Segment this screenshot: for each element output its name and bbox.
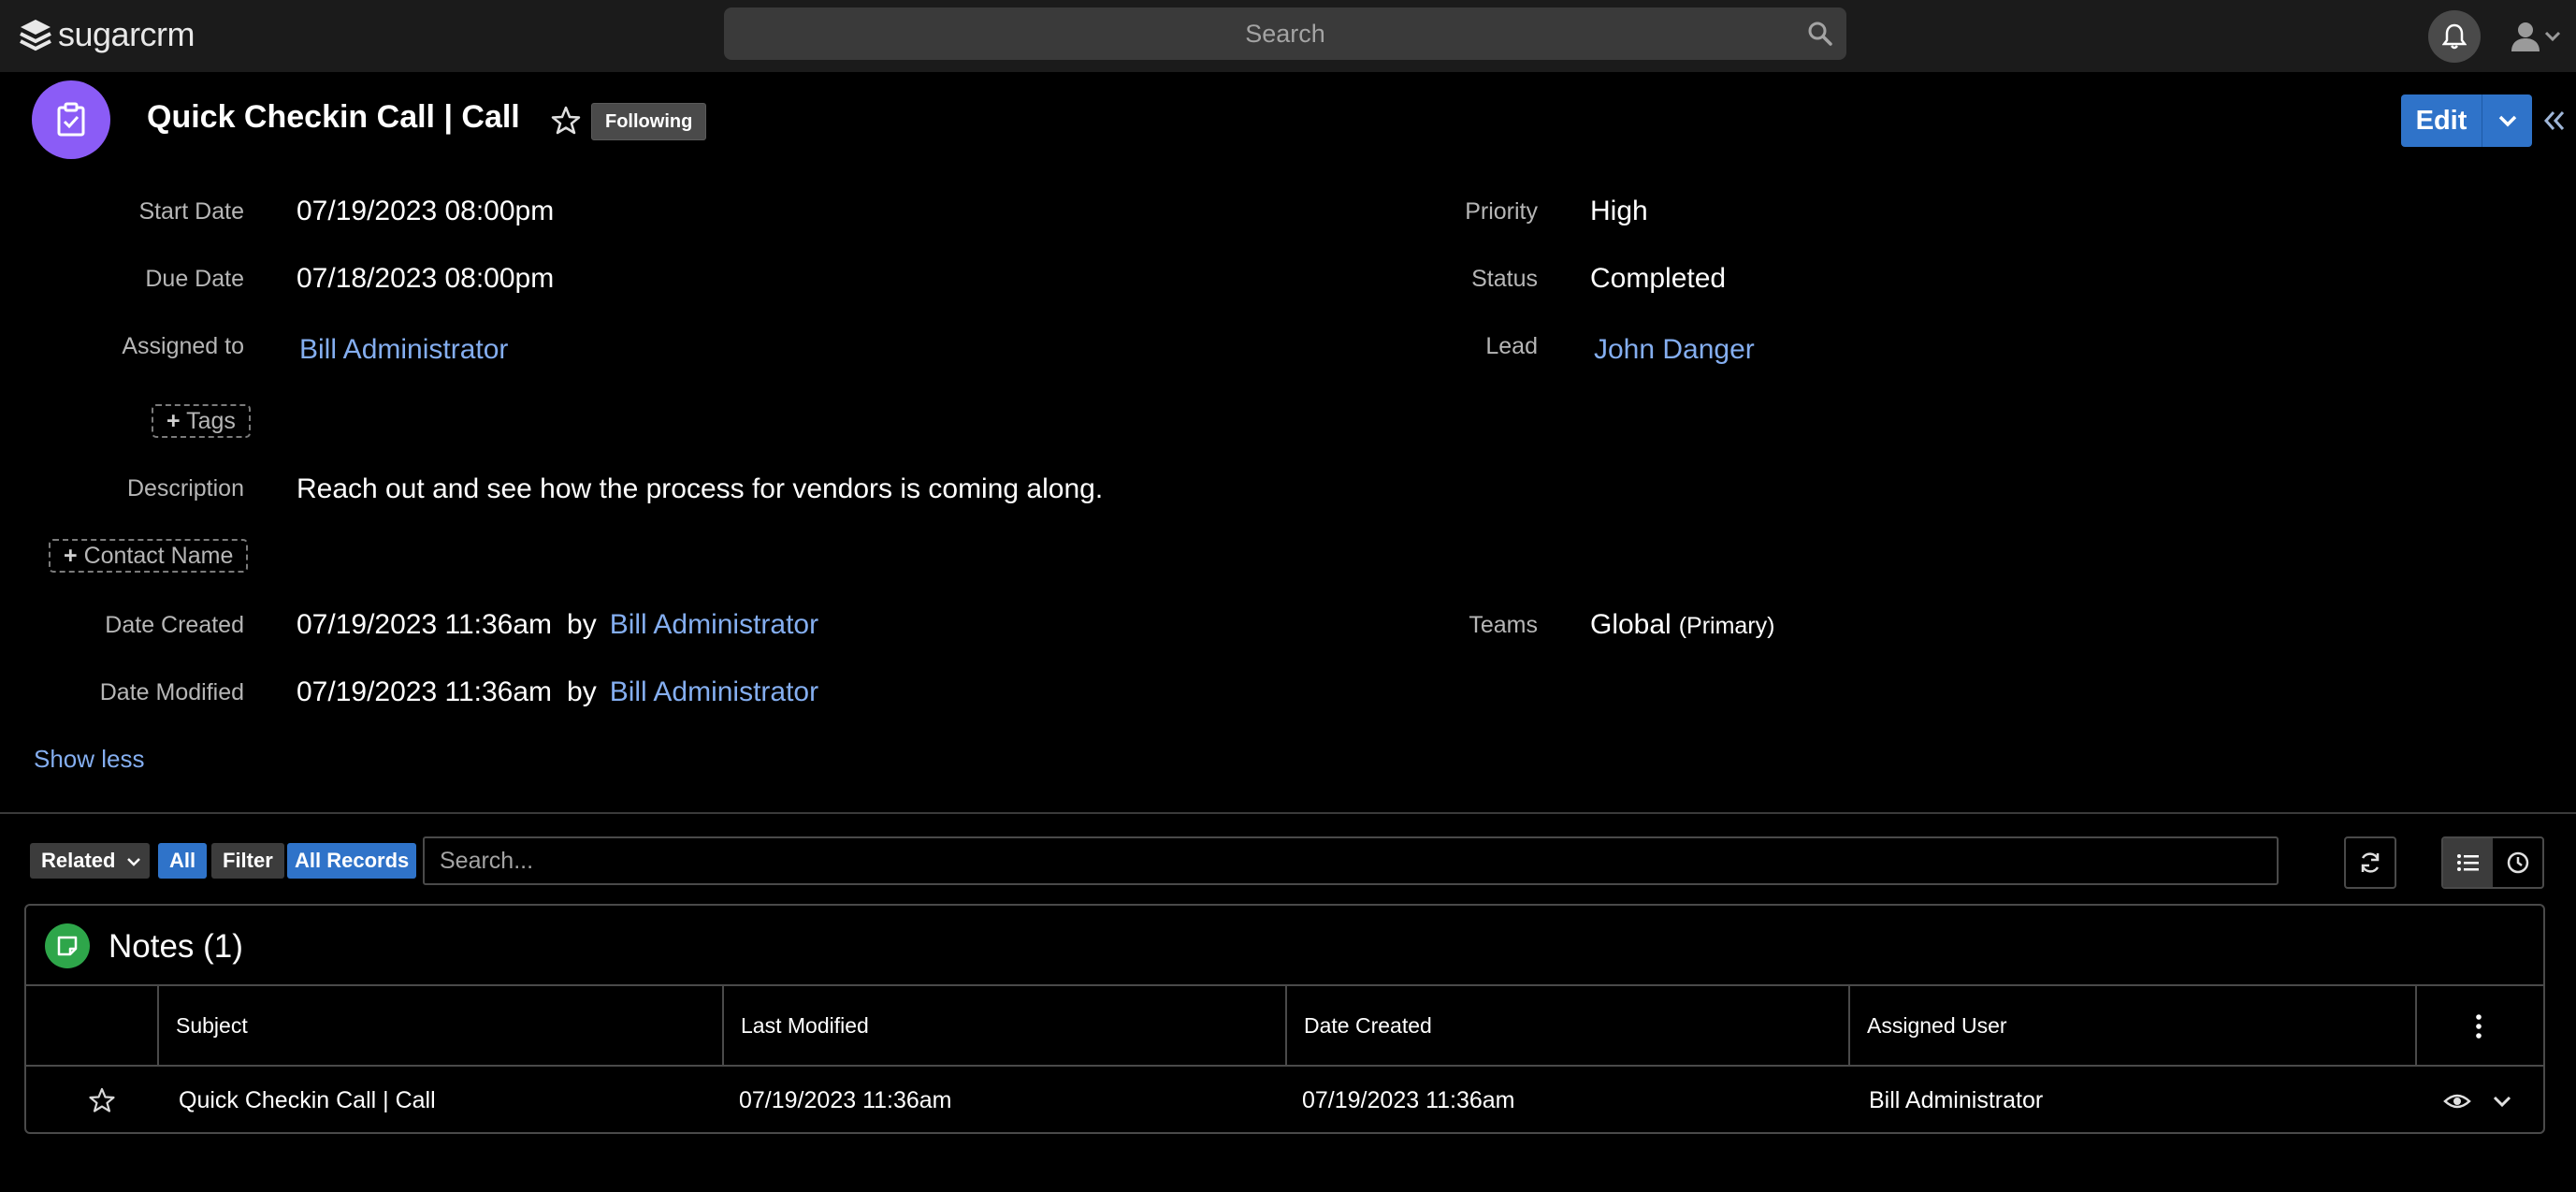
teams-primary-tag: (Primary) — [1678, 613, 1775, 639]
notes-subpanel-title: Notes (1) — [109, 928, 243, 965]
double-chevron-left-icon[interactable] — [2540, 107, 2569, 135]
note-subject-link[interactable]: Quick Checkin Call | Call — [179, 1067, 436, 1134]
filter-button[interactable]: Filter — [211, 843, 284, 879]
date-created-value: 07/19/2023 11:36am — [297, 609, 553, 640]
teams-value: Global — [1590, 609, 1672, 640]
description-value[interactable]: Reach out and see how the process for ve… — [297, 473, 1103, 505]
logo-text: sugarcrm — [58, 15, 195, 53]
column-header-subject[interactable]: Subject — [157, 986, 722, 1065]
notifications-button[interactable] — [2428, 10, 2481, 63]
date-modified-user-link[interactable]: Bill Administrator — [610, 676, 818, 707]
chevron-down-icon — [127, 858, 140, 866]
note-date-created: 07/19/2023 11:36am — [1302, 1087, 1515, 1113]
calls-module-badge — [32, 80, 110, 159]
global-search-input[interactable]: Search — [724, 7, 1846, 60]
record-title: Quick Checkin Call | Call — [147, 99, 520, 135]
chevron-down-icon[interactable] — [2490, 1089, 2514, 1113]
column-header-assigned-user[interactable]: Assigned User — [1848, 986, 2415, 1065]
activity-stream-button[interactable] — [2493, 838, 2542, 887]
description-label: Description — [126, 475, 244, 502]
priority-label: Priority — [1465, 198, 1538, 225]
related-label: Related — [41, 849, 116, 872]
teams-label: Teams — [1469, 612, 1538, 638]
refresh-button[interactable] — [2344, 836, 2396, 889]
star-icon[interactable] — [88, 1086, 116, 1114]
date-created-by: by — [567, 609, 597, 640]
add-tags-button[interactable]: + Tags — [152, 404, 251, 438]
lead-link[interactable]: John Danger — [1594, 334, 1755, 366]
notes-table-header: Subject Last Modified Date Created Assig… — [26, 986, 2543, 1067]
start-date-label: Start Date — [138, 198, 244, 225]
global-search-placeholder: Search — [1245, 20, 1325, 48]
eye-icon[interactable] — [2443, 1087, 2471, 1115]
column-header-last-modified[interactable]: Last Modified — [722, 986, 1285, 1065]
due-date-value[interactable]: 07/18/2023 08:00pm — [297, 263, 554, 295]
teams-field[interactable]: Global (Primary) — [1590, 609, 1774, 641]
following-button[interactable]: Following — [591, 103, 707, 140]
calls-module-icon — [57, 102, 85, 137]
search-icon[interactable] — [1807, 21, 1833, 47]
view-toggle — [2441, 836, 2544, 889]
all-records-filter[interactable]: All Records — [287, 843, 417, 879]
due-date-label: Due Date — [145, 266, 244, 292]
note-assigned-user-link[interactable]: Bill Administrator — [1869, 1067, 2043, 1134]
assigned-to-link[interactable]: Bill Administrator — [299, 334, 508, 366]
date-created-field: 07/19/2023 11:36am by Bill Administrator — [297, 609, 818, 641]
clock-icon — [2507, 851, 2528, 874]
section-divider — [0, 812, 2576, 814]
contact-name-label: Contact Name — [83, 543, 234, 569]
tags-label: Tags — [186, 408, 236, 434]
chevron-down-icon — [2498, 115, 2516, 127]
user-icon — [2511, 22, 2540, 51]
plus-icon: + — [166, 408, 181, 434]
edit-button[interactable]: Edit — [2401, 94, 2482, 147]
status-label: Status — [1471, 266, 1538, 292]
list-view-button[interactable] — [2443, 838, 2493, 887]
priority-value[interactable]: High — [1590, 196, 1648, 227]
notes-subpanel-header[interactable]: Notes (1) — [26, 906, 2543, 986]
table-row: Quick Checkin Call | Call 07/19/2023 11:… — [26, 1067, 2543, 1134]
notes-module-icon — [57, 936, 78, 956]
related-dropdown[interactable]: Related — [30, 843, 150, 879]
chevron-down-icon — [2544, 31, 2561, 42]
sugarcrm-logo-icon — [20, 20, 51, 51]
refresh-icon — [2361, 852, 2380, 873]
date-modified-field: 07/19/2023 11:36am by Bill Administrator — [297, 676, 818, 708]
date-created-user-link[interactable]: Bill Administrator — [610, 609, 818, 640]
notes-module-badge — [45, 923, 90, 968]
add-contact-name-button[interactable]: + Contact Name — [49, 539, 249, 573]
edit-button-group: Edit — [2401, 94, 2532, 147]
user-menu-button[interactable] — [2509, 17, 2565, 56]
top-navigation-bar: sugarcrm Search — [0, 0, 2576, 72]
start-date-value[interactable]: 07/19/2023 08:00pm — [297, 196, 554, 227]
column-header-date-created[interactable]: Date Created — [1285, 986, 1848, 1065]
date-created-label: Date Created — [105, 612, 244, 638]
date-modified-by: by — [567, 676, 597, 707]
star-icon[interactable] — [550, 105, 582, 137]
sugarcrm-logo[interactable]: sugarcrm — [17, 13, 195, 56]
kebab-menu-icon[interactable] — [2469, 1012, 2488, 1040]
lead-label: Lead — [1485, 333, 1538, 359]
plus-icon: + — [64, 543, 78, 569]
bell-icon — [2442, 23, 2467, 50]
note-last-modified: 07/19/2023 11:36am — [739, 1087, 952, 1113]
edit-actions-dropdown[interactable] — [2482, 94, 2532, 147]
list-view-icon — [2456, 854, 2479, 871]
subpanel-search-input[interactable]: Search... — [423, 836, 2279, 885]
date-modified-value: 07/19/2023 11:36am — [297, 676, 553, 707]
all-modules-filter[interactable]: All — [158, 843, 208, 879]
subpanel-search-placeholder: Search... — [440, 848, 534, 874]
status-value[interactable]: Completed — [1590, 263, 1726, 295]
show-less-link[interactable]: Show less — [34, 745, 145, 774]
date-modified-label: Date Modified — [99, 679, 244, 705]
notes-subpanel: Notes (1) Subject Last Modified Date Cre… — [24, 904, 2545, 1134]
assigned-to-label: Assigned to — [122, 333, 244, 359]
